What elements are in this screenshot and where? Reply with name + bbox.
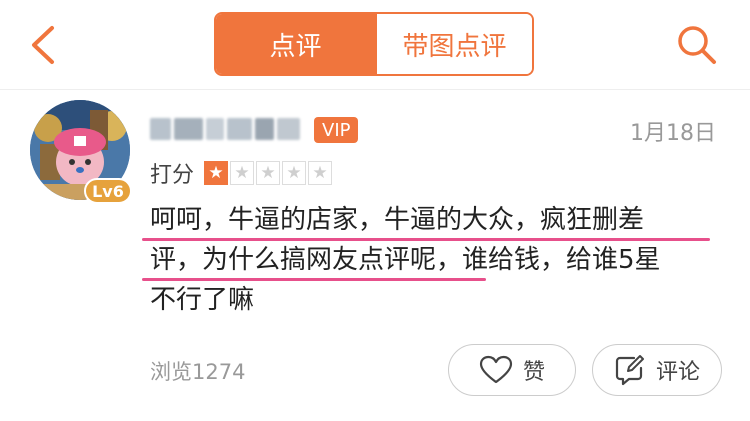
highlight-underline xyxy=(142,238,710,241)
star-rating: ★ ★ ★ ★ ★ xyxy=(204,161,333,185)
like-label: 赞 xyxy=(522,360,545,385)
review-date: 1月18日 xyxy=(630,121,716,146)
mosaic-block xyxy=(226,118,252,140)
tab-photo-reviews[interactable]: 带图点评 xyxy=(375,14,532,74)
chevron-left-icon xyxy=(32,26,54,64)
review-content: 呵呵，牛逼的店家，牛逼的大众，疯狂删差 评，为什么搞网友点评呢，谁给钱，给谁5星… xyxy=(150,200,720,320)
review-type-tabs: 点评 带图点评 xyxy=(214,12,534,76)
star-empty-icon: ★ xyxy=(308,161,333,185)
mosaic-block xyxy=(276,118,300,140)
star-empty-icon: ★ xyxy=(230,161,255,185)
star-empty-icon: ★ xyxy=(256,161,281,185)
review-line: 呵呵，牛逼的店家，牛逼的大众，疯狂删差 xyxy=(150,205,645,235)
star-empty-icon: ★ xyxy=(282,161,307,185)
highlight-underline xyxy=(142,278,486,281)
mosaic-block xyxy=(254,118,274,140)
rating-label: 打分 xyxy=(150,163,195,188)
user-level-badge: Lv6 xyxy=(84,178,132,204)
comment-button[interactable]: 评论 xyxy=(592,344,722,396)
mosaic-block xyxy=(206,118,224,140)
vip-badge: VIP xyxy=(314,117,359,143)
view-count: 浏览1274 xyxy=(150,360,246,384)
top-nav-bar: 点评 带图点评 xyxy=(0,0,750,90)
mosaic-block xyxy=(150,118,172,140)
heart-icon xyxy=(479,355,513,384)
like-button[interactable]: 赞 xyxy=(448,344,576,396)
rating-row: 打分 ★ ★ ★ ★ ★ xyxy=(150,158,333,188)
mosaic-block xyxy=(174,118,204,140)
header-divider xyxy=(0,89,750,90)
comment-label: 评论 xyxy=(655,360,700,385)
username-blurred[interactable] xyxy=(150,114,300,144)
back-button[interactable] xyxy=(24,20,64,70)
star-filled-icon: ★ xyxy=(204,161,229,185)
review-line: 评，为什么搞网友点评呢，谁给钱，给谁5星 xyxy=(150,245,661,275)
review-line: 不行了嘛 xyxy=(150,285,255,315)
search-icon xyxy=(678,26,716,64)
search-button[interactable] xyxy=(672,20,722,70)
comment-edit-icon xyxy=(615,355,644,386)
tab-reviews[interactable]: 点评 xyxy=(216,14,375,74)
